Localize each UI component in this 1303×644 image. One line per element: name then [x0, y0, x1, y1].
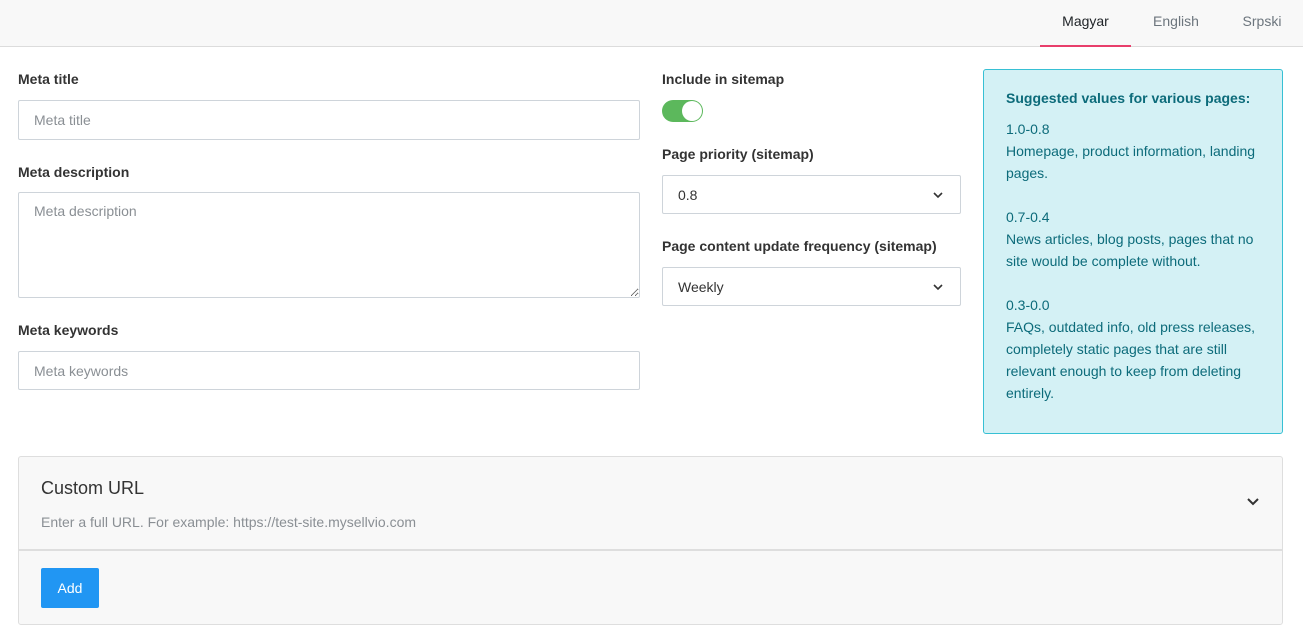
suggestion-description: Homepage, product information, landing p… [1006, 143, 1256, 181]
meta-title-label: Meta title [18, 71, 79, 87]
custom-url-title: Custom URL [41, 478, 145, 498]
tab-english[interactable]: English [1131, 0, 1221, 47]
meta-title-input[interactable] [18, 100, 640, 140]
custom-url-card: Custom URL Enter a full URL. For example… [18, 456, 1283, 625]
suggestion-block: 0.7-0.4 News articles, blog posts, pages… [1006, 206, 1260, 272]
meta-description-textarea[interactable] [18, 192, 640, 298]
chevron-down-icon [933, 192, 943, 199]
meta-keywords-input[interactable] [18, 351, 640, 390]
chevron-down-icon [933, 284, 943, 291]
meta-keywords-label: Meta keywords [18, 322, 119, 338]
page-priority-value: 0.8 [678, 187, 698, 203]
update-frequency-label: Page content update frequency (sitemap) [662, 238, 937, 254]
suggestion-description: FAQs, outdated info, old press releases,… [1006, 319, 1256, 401]
suggestion-range: 0.7-0.4 [1006, 209, 1050, 225]
add-url-button[interactable]: Add [41, 568, 99, 608]
language-tab-bar: Magyar English Srpski [0, 0, 1303, 47]
custom-url-subtitle: Enter a full URL. For example: https://t… [41, 514, 417, 530]
update-frequency-value: Weekly [678, 279, 724, 295]
tab-srpski[interactable]: Srpski [1221, 0, 1303, 47]
tab-magyar[interactable]: Magyar [1040, 0, 1131, 47]
custom-url-header[interactable]: Custom URL Enter a full URL. For example… [19, 457, 1282, 551]
sitemap-priority-info-box: Suggested values for various pages: 1.0-… [983, 69, 1283, 434]
toggle-knob [682, 101, 702, 121]
page-priority-label: Page priority (sitemap) [662, 146, 814, 162]
meta-description-label: Meta description [18, 164, 130, 180]
suggestion-block: 0.3-0.0 FAQs, outdated info, old press r… [1006, 294, 1260, 404]
update-frequency-select[interactable]: Weekly [662, 267, 961, 306]
include-in-sitemap-label: Include in sitemap [662, 71, 785, 87]
suggestion-block: 1.0-0.8 Homepage, product information, l… [1006, 118, 1260, 184]
include-in-sitemap-toggle[interactable] [662, 100, 703, 122]
info-box-title: Suggested values for various pages: [1006, 90, 1251, 106]
suggestion-description: News articles, blog posts, pages that no… [1006, 231, 1254, 269]
suggestion-range: 0.3-0.0 [1006, 297, 1050, 313]
chevron-down-icon[interactable] [1246, 495, 1260, 509]
suggestion-range: 1.0-0.8 [1006, 121, 1050, 137]
page-priority-select[interactable]: 0.8 [662, 175, 961, 214]
